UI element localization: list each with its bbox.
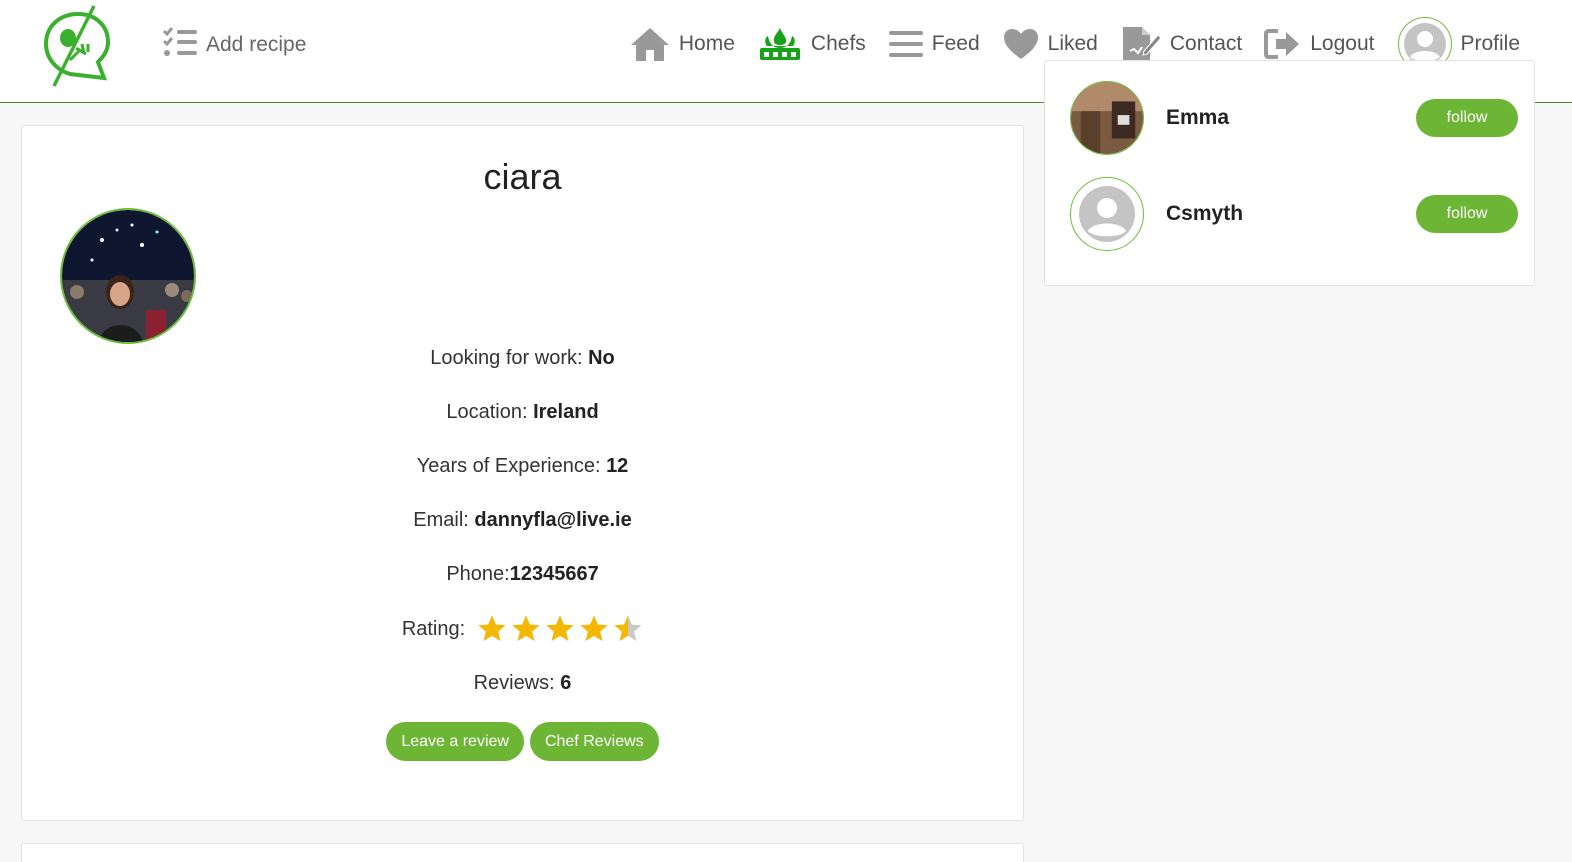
follow-button[interactable]: follow (1416, 99, 1518, 137)
star-icon (546, 615, 574, 641)
avatar[interactable] (1070, 81, 1144, 155)
email: Email: dannyfla@live.ie (22, 509, 1023, 532)
heart-icon (1002, 27, 1040, 61)
avatar[interactable] (1070, 177, 1144, 251)
chef-profile-card: ciara Looking for work: No Location: Ire… (21, 125, 1024, 821)
chef-avatar (60, 208, 196, 344)
edit-document-icon (1120, 25, 1162, 63)
nav-feed[interactable]: Feed (888, 29, 980, 59)
nav-home[interactable]: Home (629, 26, 735, 62)
add-recipe-link[interactable]: Add recipe (162, 26, 306, 64)
review-actions: Leave a review Chef Reviews (22, 722, 1023, 761)
nav-liked[interactable]: Liked (1002, 27, 1098, 61)
nav-home-label: Home (678, 32, 735, 55)
nav-logout-label: Logout (1310, 32, 1375, 55)
nav-chefs[interactable]: Chefs (757, 26, 866, 62)
years-of-experience: Years of Experience: 12 (22, 455, 1023, 478)
chef-reviews-button[interactable]: Chef Reviews (529, 722, 659, 761)
nav-liked-label: Liked (1047, 32, 1098, 55)
star-icon (580, 615, 608, 641)
nav-contact-label: Contact (1169, 32, 1243, 55)
rating-label: Rating: (401, 617, 466, 640)
star-icon (614, 615, 642, 641)
phone-value: 12345667 (509, 563, 599, 585)
email-value: dannyfla@live.ie (474, 509, 632, 531)
experience-value: 12 (606, 455, 629, 477)
star-icon (512, 615, 540, 641)
phone-label: Phone: (446, 563, 510, 585)
checklist-icon (162, 26, 198, 64)
rating: Rating: (22, 614, 1023, 644)
page-title: ciara (483, 156, 562, 197)
add-recipe-label: Add recipe (206, 33, 307, 56)
leave-review-button[interactable]: Leave a review (386, 722, 524, 761)
looking-for-work-value: No (588, 347, 615, 369)
reviews-value: 6 (560, 672, 572, 694)
suggested-user-row: Csmyth follow (1045, 177, 1534, 253)
nav-chefs-label: Chefs (810, 32, 866, 55)
nav-contact[interactable]: Contact (1120, 25, 1242, 63)
experience-label: Years of Experience: (416, 455, 607, 477)
suggested-user-row: Emma follow (1045, 81, 1534, 157)
home-icon (629, 26, 671, 62)
location: Location: Ireland (22, 401, 1023, 424)
location-label: Location: (446, 401, 534, 423)
email-label: Email: (413, 509, 475, 531)
phone: Phone:12345667 (22, 563, 1023, 586)
location-value: Ireland (533, 401, 599, 423)
secondary-card (21, 843, 1024, 862)
logout-icon (1264, 28, 1302, 60)
reviews-label: Reviews: (473, 672, 561, 694)
looking-for-work-label: Looking for work: (430, 347, 589, 369)
logo-icon[interactable] (40, 4, 114, 88)
nav-logout[interactable]: Logout (1264, 28, 1374, 60)
chef-hat-icon (757, 26, 803, 62)
user-name[interactable]: Csmyth (1166, 202, 1243, 226)
looking-for-work: Looking for work: No (22, 347, 1023, 370)
nav-feed-label: Feed (931, 32, 980, 55)
user-name[interactable]: Emma (1166, 106, 1229, 130)
star-icon (478, 615, 506, 641)
suggested-chefs-panel: Emma follow Csmyth follow (1044, 60, 1535, 286)
reviews-count: Reviews: 6 (22, 672, 1023, 695)
rating-stars (477, 614, 643, 644)
menu-icon (888, 29, 924, 59)
follow-button[interactable]: follow (1416, 195, 1518, 233)
nav-profile-label: Profile (1460, 32, 1520, 55)
